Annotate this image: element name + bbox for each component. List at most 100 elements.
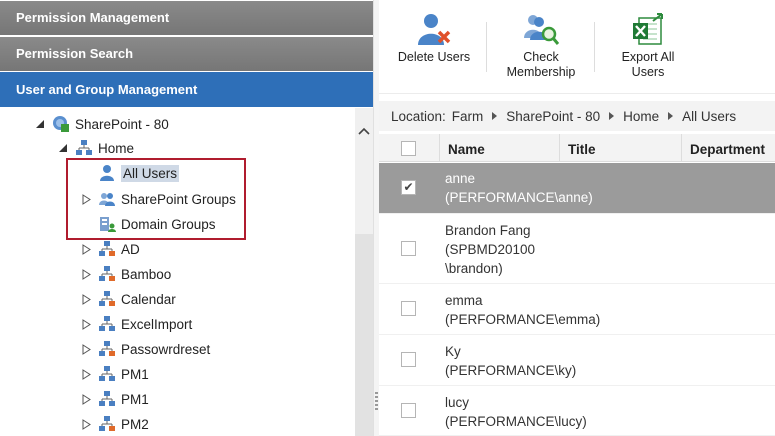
check-membership-label-line1: Check (523, 50, 559, 64)
tree-node-home[interactable]: Home (57, 136, 134, 160)
expand-arrow-icon[interactable] (80, 193, 92, 205)
check-membership-icon (522, 12, 560, 46)
breadcrumb-arrow-icon (492, 112, 498, 120)
table-row[interactable]: Brandon Fang (SPBMD20100 \brandon) (379, 214, 775, 284)
row-checkbox[interactable] (401, 403, 416, 418)
expand-arrow-icon[interactable] (80, 393, 92, 405)
app-window: Permission Management Permission Search … (0, 0, 775, 436)
site-icon (75, 139, 93, 157)
check-membership-label-line2: Membership (506, 65, 576, 79)
table-row[interactable]: Ky (PERFORMANCE\ky) (379, 335, 775, 386)
expand-arrow-icon[interactable] (80, 318, 92, 330)
delete-user-icon (415, 12, 453, 46)
excel-export-icon (629, 12, 667, 46)
site-icon (98, 365, 116, 383)
tree-node-label: Domain Groups (121, 216, 216, 232)
tree-node-all-users[interactable]: All Users (80, 161, 180, 185)
tree-node-site[interactable]: PM2 (80, 412, 149, 436)
tree-node-label: Bamboo (121, 266, 172, 282)
sharepoint-farm-icon (52, 115, 70, 133)
expand-arrow-icon[interactable] (80, 293, 92, 305)
delete-users-label: Delete Users (397, 50, 471, 64)
site-icon (98, 340, 116, 358)
tree-node-domain-groups[interactable]: Domain Groups (80, 212, 216, 236)
table-row[interactable]: ✔ anne (PERFORMANCE\anne) (379, 163, 775, 214)
breadcrumb-item[interactable]: All Users (682, 109, 736, 124)
tree-node-label: PM1 (121, 366, 149, 382)
breadcrumb-item[interactable]: Home (623, 109, 659, 124)
breadcrumb-arrow-icon (609, 112, 615, 120)
tree-node-label: All Users (121, 164, 180, 182)
tree-node-site[interactable]: AD (80, 237, 140, 261)
tree-node-site[interactable]: Passowrdreset (80, 337, 210, 361)
expand-arrow-icon[interactable] (80, 268, 92, 280)
breadcrumb-arrow-icon (668, 112, 674, 120)
user-name-cell: lucy (PERFORMANCE\lucy) (445, 395, 587, 429)
expand-arrow-icon[interactable] (80, 418, 92, 430)
column-header-title[interactable]: Title (559, 134, 681, 162)
tree-node-label: SharePoint Groups (121, 191, 236, 207)
collapse-arrow-icon[interactable] (34, 118, 46, 130)
user-name-cell: Ky (PERFORMANCE\ky) (445, 344, 577, 378)
row-checkbox[interactable] (401, 301, 416, 316)
tree-node-site[interactable]: PM1 (80, 362, 149, 386)
tree-node-label: SharePoint - 80 (75, 116, 169, 132)
grid-header: Name Title Department (379, 134, 775, 162)
table-row[interactable]: emma (PERFORMANCE\emma) (379, 284, 775, 335)
accordion-user-group-management[interactable]: User and Group Management (0, 72, 373, 107)
row-checkbox[interactable]: ✔ (401, 180, 416, 195)
location-label: Location: (391, 108, 446, 124)
scroll-up-icon[interactable] (355, 122, 373, 140)
check-membership-button[interactable]: Check Membership (497, 12, 585, 80)
navigation-tree: SharePoint - 80 Home All Users SharePoin… (0, 108, 355, 436)
tree-node-label: AD (121, 241, 140, 257)
table-row[interactable]: lucy (PERFORMANCE\lucy) (379, 386, 775, 436)
tree-node-site[interactable]: Bamboo (80, 262, 171, 286)
tree-node-label: ExcelImport (121, 316, 193, 332)
tree-node-site[interactable]: ExcelImport (80, 312, 192, 336)
site-icon (98, 315, 116, 333)
tree-node-label: Calendar (121, 291, 176, 307)
user-name-cell: emma (PERFORMANCE\emma) (445, 293, 601, 327)
tree-node-sharepoint-groups[interactable]: SharePoint Groups (80, 187, 236, 211)
ribbon-separator (594, 22, 595, 72)
site-icon (98, 240, 116, 258)
user-name-cell: anne (PERFORMANCE\anne) (445, 171, 593, 205)
export-all-users-button[interactable]: Export All Users (607, 12, 689, 80)
row-checkbox[interactable] (401, 352, 416, 367)
breadcrumb-item[interactable]: SharePoint - 80 (506, 109, 600, 124)
column-header-name[interactable]: Name (439, 134, 559, 162)
row-checkbox[interactable] (401, 241, 416, 256)
breadcrumb-item[interactable]: Farm (452, 109, 484, 124)
select-all-checkbox[interactable] (401, 141, 416, 156)
tree-node-label: Passowrdreset (121, 341, 211, 357)
users-grid: Name Title Department ✔ anne (PERFORMANC… (379, 134, 775, 436)
export-all-users-label-line2: Users (631, 65, 665, 79)
export-all-users-label-line1: Export All (621, 50, 675, 64)
accordion-permission-management[interactable]: Permission Management (0, 1, 373, 35)
delete-users-button[interactable]: Delete Users (395, 12, 473, 65)
expand-arrow-icon[interactable] (80, 368, 92, 380)
expand-arrow-icon[interactable] (80, 243, 92, 255)
tree-node-site[interactable]: Calendar (80, 287, 176, 311)
site-icon (98, 290, 116, 308)
group-icon (98, 190, 116, 208)
user-name-cell: Brandon Fang (SPBMD20100 \brandon) (445, 223, 536, 276)
tree-node-site[interactable]: PM1 (80, 387, 149, 411)
tree-node-label: PM1 (121, 391, 149, 407)
expand-arrow-icon[interactable] (80, 343, 92, 355)
user-icon (98, 164, 116, 182)
column-header-department[interactable]: Department (681, 134, 775, 162)
site-icon (98, 265, 116, 283)
tree-node-label: PM2 (121, 416, 149, 432)
accordion-permission-search[interactable]: Permission Search (0, 37, 373, 71)
tree-node-root[interactable]: SharePoint - 80 (34, 112, 169, 136)
site-icon (98, 390, 116, 408)
collapse-arrow-icon[interactable] (57, 142, 69, 154)
tree-scrollbar[interactable] (355, 108, 373, 436)
scrollbar-thumb[interactable] (355, 234, 373, 436)
location-breadcrumb: Location: Farm SharePoint - 80 Home All … (379, 101, 775, 131)
left-pane: Permission Management Permission Search … (0, 0, 373, 436)
right-pane: Delete Users Check Membership Export All… (379, 0, 775, 436)
splitter-grip-icon[interactable] (375, 392, 378, 412)
